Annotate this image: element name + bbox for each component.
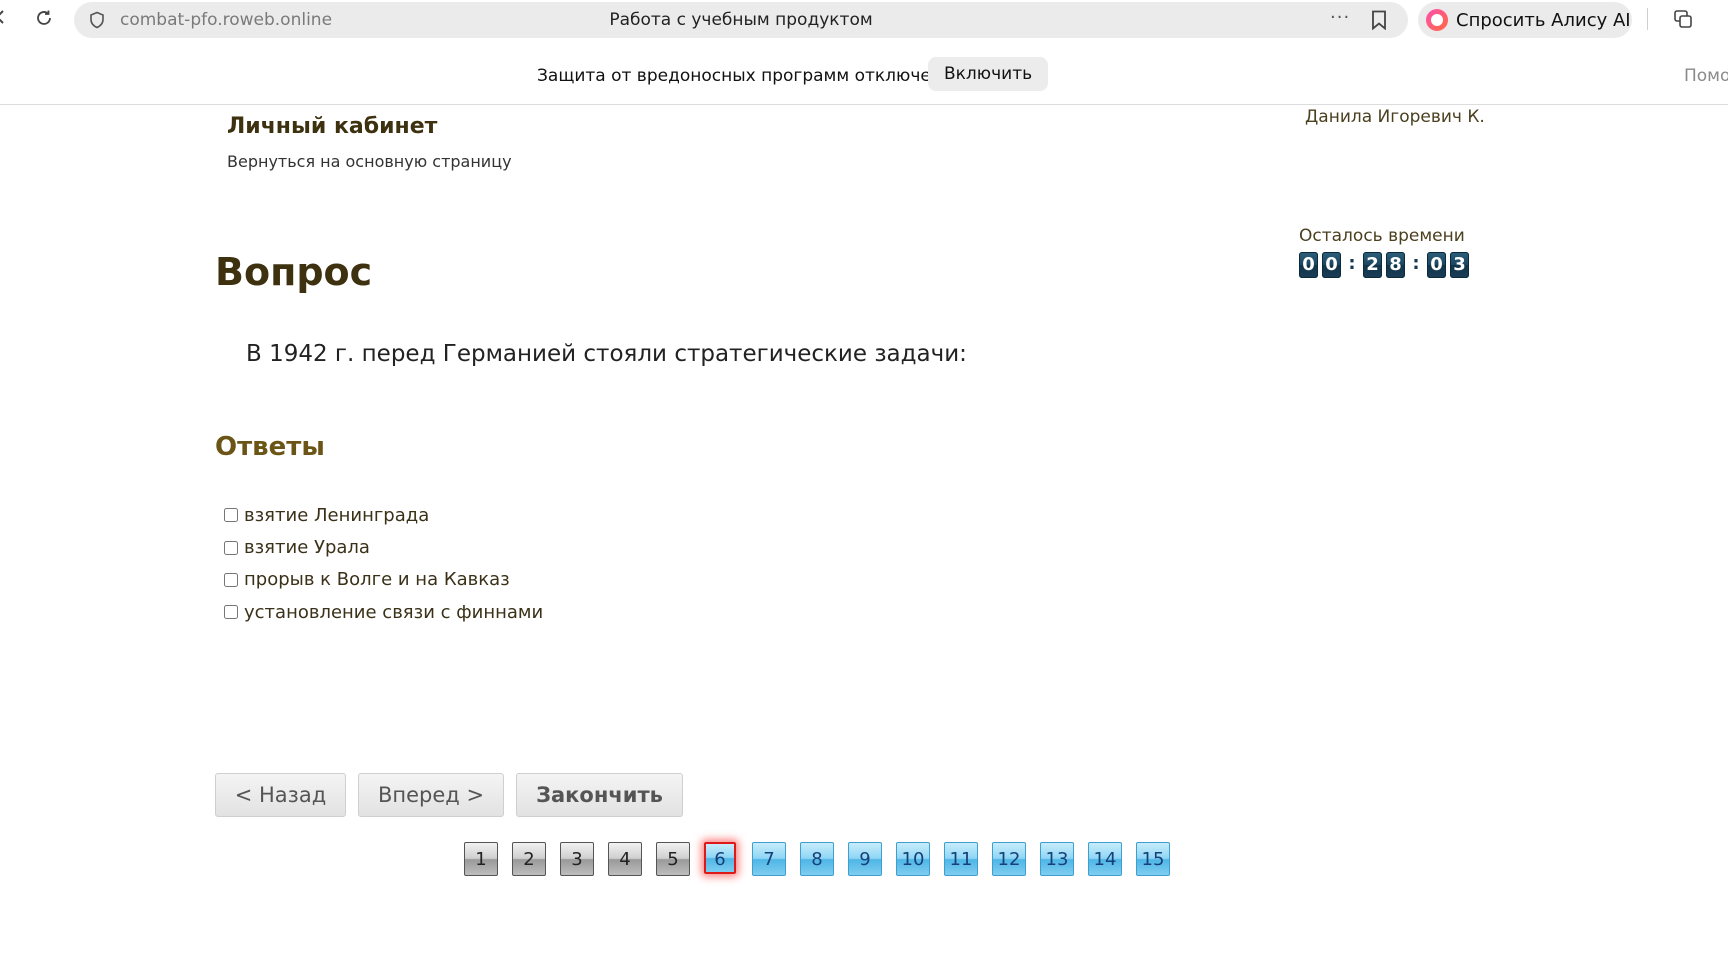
back-button[interactable]: < Назад: [215, 773, 346, 817]
address-bar[interactable]: combat-pfo.roweb.online Работа с учебным…: [74, 2, 1408, 38]
answer-option: прорыв к Волге и на Кавказ: [222, 564, 543, 596]
answer-label[interactable]: прорыв к Волге и на Кавказ: [244, 569, 510, 590]
page-button-15[interactable]: 15: [1136, 842, 1170, 876]
answer-checkbox[interactable]: [224, 508, 238, 523]
answers-heading: Ответы: [215, 432, 325, 462]
alice-button[interactable]: Спросить Алису AI: [1418, 2, 1632, 38]
answer-option: взятие Ленинграда: [222, 499, 543, 531]
answer-checkbox[interactable]: [224, 605, 238, 620]
page-button-3[interactable]: 3: [560, 842, 594, 876]
question-heading: Вопрос: [215, 250, 373, 294]
enable-protection-button[interactable]: Включить: [928, 57, 1049, 91]
alice-icon: [1426, 9, 1448, 31]
page-button-10[interactable]: 10: [896, 842, 930, 876]
countdown-timer: 0 0 : 2 8 : 0 3: [1299, 251, 1473, 278]
security-message: Защита от вредоносных программ отключена: [537, 66, 953, 86]
answer-option: взятие Урала: [222, 531, 543, 563]
page-button-1[interactable]: 1: [464, 842, 498, 876]
timer-digit: 0: [1299, 251, 1318, 278]
answer-label[interactable]: установление связи с финнами: [244, 602, 543, 623]
chevron-left-icon[interactable]: [0, 10, 4, 24]
forward-button[interactable]: Вперед >: [358, 773, 504, 817]
security-infobar: Защита от вредоносных программ отключена…: [0, 38, 1728, 105]
page-button-8[interactable]: 8: [800, 842, 834, 876]
timer-digit: 3: [1450, 251, 1469, 278]
page-button-11[interactable]: 11: [944, 842, 978, 876]
page-button-9[interactable]: 9: [848, 842, 882, 876]
page-button-7[interactable]: 7: [752, 842, 786, 876]
side-panel-icon[interactable]: [1672, 8, 1694, 30]
cabinet-title: Личный кабинет: [227, 114, 438, 139]
alice-label: Спросить Алису AI: [1456, 9, 1631, 31]
answer-label[interactable]: взятие Ленинграда: [244, 505, 429, 526]
timer-digit: 2: [1363, 251, 1382, 278]
timer-label: Осталось времени: [1299, 226, 1465, 246]
user-name: Данила Игоревич К.: [1305, 107, 1485, 127]
finish-button[interactable]: Закончить: [516, 773, 683, 817]
browser-toolbar: combat-pfo.roweb.online Работа с учебным…: [0, 0, 1728, 38]
answer-label[interactable]: взятие Урала: [244, 537, 370, 558]
bookmark-icon[interactable]: [1370, 10, 1388, 30]
page-button-6[interactable]: 6: [704, 842, 736, 874]
answer-checkbox[interactable]: [224, 572, 238, 587]
page-button-12[interactable]: 12: [992, 842, 1026, 876]
answer-list: взятие Ленинграда взятие Урала прорыв к …: [222, 499, 543, 629]
back-to-main-link[interactable]: Вернуться на основную страницу: [227, 152, 512, 171]
page-button-13[interactable]: 13: [1040, 842, 1074, 876]
timer-digit: 0: [1427, 251, 1446, 278]
reload-icon[interactable]: [32, 6, 56, 30]
page-button-2[interactable]: 2: [512, 842, 546, 876]
timer-separator: :: [1348, 252, 1356, 274]
help-link[interactable]: Помощь: [1684, 66, 1728, 86]
answer-option: установление связи с финнами: [222, 596, 543, 628]
timer-digit: 0: [1322, 251, 1341, 278]
timer-separator: :: [1412, 252, 1420, 274]
page-button-4[interactable]: 4: [608, 842, 642, 876]
page-button-14[interactable]: 14: [1088, 842, 1122, 876]
question-text: В 1942 г. перед Германией стояли стратег…: [246, 341, 967, 367]
timer-digit: 8: [1386, 251, 1405, 278]
page-button-5[interactable]: 5: [656, 842, 690, 876]
toolbar-divider: [1647, 8, 1648, 30]
more-menu-icon[interactable]: ···: [1330, 7, 1350, 28]
page-title: Работа с учебным продуктом: [609, 10, 873, 30]
answer-checkbox[interactable]: [224, 540, 238, 555]
